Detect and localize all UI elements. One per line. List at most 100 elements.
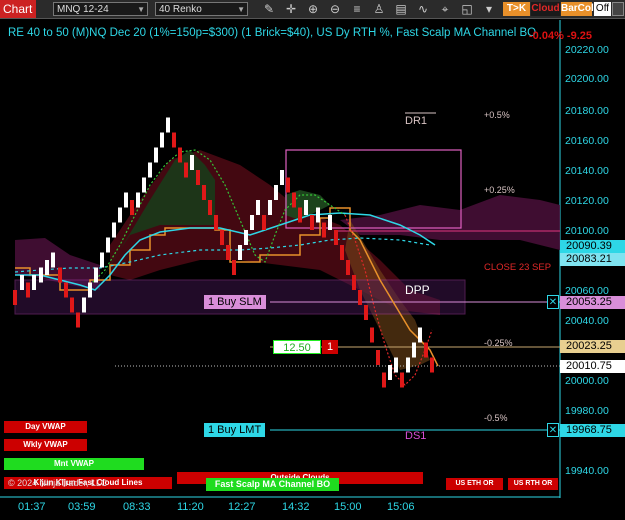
renko-brick (220, 230, 224, 245)
renko-brick (166, 117, 170, 133)
renko-brick (304, 200, 308, 215)
time-label: 15:00 (334, 501, 362, 513)
dr1-label: DR1 (405, 115, 428, 127)
copyright-text: © 2024 NinjaTrader, LLC (8, 478, 108, 488)
price-label: 19940.00 (565, 465, 609, 477)
renko-brick (82, 297, 86, 313)
ds1-label: DS1 (405, 430, 427, 442)
price-tag: 20090.39 (560, 240, 625, 253)
pct-plus-05: +0.5% (484, 110, 510, 120)
price-label: 20180.00 (565, 105, 609, 117)
renko-brick (94, 267, 98, 283)
renko-brick (238, 245, 242, 260)
wkly-vwap-button[interactable]: Wkly VWAP (4, 439, 87, 451)
price-tag: 20053.25 (560, 296, 625, 309)
renko-brick (178, 147, 182, 163)
mnt-vwap-button[interactable]: Mnt VWAP (4, 458, 144, 470)
price-tag: 20023.25 (560, 340, 625, 353)
renko-brick (400, 372, 404, 388)
renko-brick (328, 215, 332, 230)
price-tag: 20083.21 (560, 253, 625, 266)
renko-brick (154, 147, 158, 163)
renko-brick (184, 162, 188, 178)
renko-brick (364, 305, 368, 320)
renko-brick (286, 177, 290, 193)
price-label: 20220.00 (565, 44, 609, 56)
renko-brick (388, 365, 392, 380)
renko-brick (382, 372, 386, 388)
position-price[interactable]: 12.50 (273, 340, 321, 354)
buy-lmt-order[interactable]: 1 Buy LMT (204, 423, 266, 437)
time-label: 15:06 (387, 501, 415, 513)
purple-cloud-right (340, 195, 560, 250)
renko-brick (250, 215, 254, 230)
renko-brick (118, 207, 122, 223)
renko-brick (232, 260, 236, 275)
renko-brick (214, 215, 218, 230)
dpp-label: DPP (405, 283, 430, 297)
us-rth-or-button[interactable]: US RTH OR (508, 478, 558, 490)
price-label: 19980.00 (565, 405, 609, 417)
renko-brick (190, 155, 194, 170)
position-qty[interactable]: 1 (322, 340, 338, 354)
renko-brick (26, 282, 30, 298)
time-label: 08:33 (123, 501, 151, 513)
renko-brick (100, 252, 104, 268)
price-label: 20100.00 (565, 225, 609, 237)
pct-minus-05: -0.5% (484, 413, 508, 423)
renko-brick (292, 192, 296, 208)
price-label: 20040.00 (565, 315, 609, 327)
renko-brick (274, 185, 278, 200)
renko-brick (310, 215, 314, 230)
close-order-icon[interactable]: ✕ (547, 423, 559, 437)
renko-brick (334, 230, 338, 245)
renko-brick (322, 222, 326, 238)
renko-brick (430, 357, 434, 373)
buy-slm-order[interactable]: 1 Buy SLM (204, 295, 266, 309)
renko-brick (76, 312, 80, 328)
day-vwap-button[interactable]: Day VWAP (4, 421, 87, 433)
time-label: 11:20 (177, 501, 204, 513)
renko-brick (20, 275, 24, 290)
renko-brick (376, 350, 380, 365)
renko-brick (340, 245, 344, 260)
renko-brick (45, 260, 49, 275)
renko-brick (160, 132, 164, 148)
time-label: 03:59 (68, 501, 96, 513)
renko-brick (13, 290, 17, 305)
renko-brick (262, 215, 266, 230)
price-label: 20120.00 (565, 195, 609, 207)
renko-brick (136, 192, 140, 208)
close-order-icon[interactable]: ✕ (547, 295, 559, 309)
fast-scalp-button[interactable]: Fast Scalp MA Channel BO (206, 478, 339, 491)
last-price-tag: 20010.75 (560, 360, 625, 373)
renko-brick (358, 290, 362, 305)
renko-brick (32, 275, 36, 290)
pct-minus-025: -0.25% (484, 338, 513, 348)
renko-brick (226, 245, 230, 260)
price-label: 20200.00 (565, 73, 609, 85)
renko-brick (244, 230, 248, 245)
renko-brick (88, 282, 92, 298)
renko-brick (106, 237, 110, 253)
renko-brick (70, 297, 74, 313)
price-label: 20140.00 (565, 165, 609, 177)
time-label: 12:27 (228, 501, 256, 513)
renko-brick (124, 192, 128, 208)
renko-brick (370, 327, 374, 343)
us-eth-or-button[interactable]: US ETH OR (446, 478, 503, 490)
chart-title: RE 40 to 50 (M)NQ Dec 20 (1%=150p=$300) … (8, 27, 537, 39)
price-tag: 19968.75 (560, 424, 625, 437)
renko-brick (412, 342, 416, 358)
renko-brick (39, 267, 43, 283)
renko-brick (148, 162, 152, 178)
renko-brick (424, 342, 428, 358)
renko-brick (58, 267, 62, 283)
renko-brick (51, 252, 55, 268)
chart-plot[interactable] (0, 0, 625, 520)
price-label: 20000.00 (565, 375, 609, 387)
renko-brick (280, 170, 284, 185)
renko-brick (208, 200, 212, 215)
renko-brick (172, 132, 176, 148)
renko-brick (346, 260, 350, 275)
